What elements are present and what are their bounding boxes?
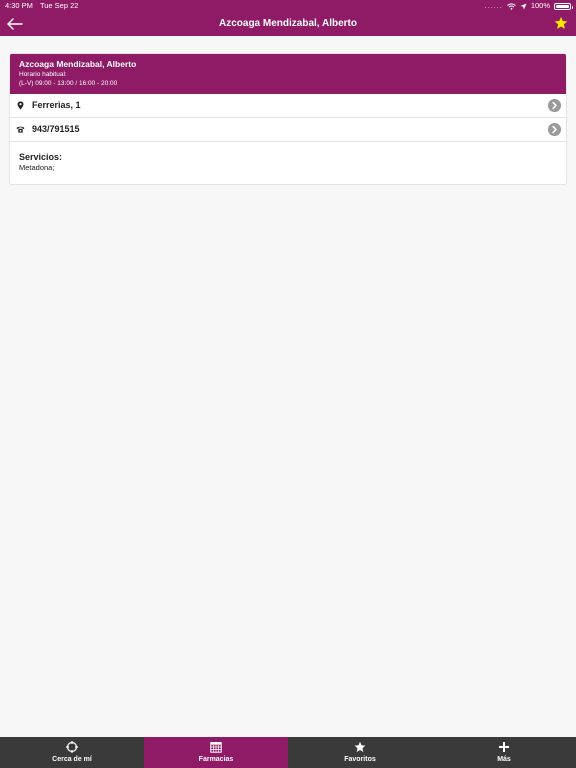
crosshair-icon	[66, 741, 78, 753]
status-left: 4:30 PM Tue Sep 22	[5, 0, 78, 12]
status-bar: 4:30 PM Tue Sep 22 ...... 100%	[0, 0, 576, 12]
battery-percent: 100%	[530, 1, 550, 10]
address-row[interactable]: Ferrerias, 1	[10, 94, 566, 118]
tab-favoritos[interactable]: Favoritos	[288, 737, 432, 768]
phone-icon	[16, 126, 25, 133]
tab-label: Más	[497, 756, 511, 763]
calendar-icon	[210, 742, 222, 753]
phone-row[interactable]: 943/791515	[10, 118, 566, 142]
plus-icon	[499, 742, 509, 752]
tab-cerca-de-mi[interactable]: Cerca de mí	[0, 737, 144, 768]
services-section: Servicios: Metadona;	[10, 142, 566, 183]
location-arrow-icon	[520, 3, 527, 9]
star-icon	[554, 16, 568, 29]
battery-icon	[554, 2, 573, 10]
tab-label: Farmacias	[198, 756, 234, 763]
hours-label: Horario habitual:	[19, 71, 67, 78]
address-text: Ferrerias, 1	[32, 100, 81, 110]
signal-indicator: ......	[484, 1, 503, 10]
page-title: Azcoaga Mendizabal, Alberto	[219, 18, 357, 29]
chevron-right-icon[interactable]	[548, 99, 561, 112]
star-icon	[354, 741, 366, 752]
pharmacy-header: Azcoaga Mendizabal, Alberto Horario habi…	[10, 54, 566, 94]
pharmacy-name: Azcoaga Mendizabal, Alberto	[19, 59, 137, 69]
wifi-icon	[506, 2, 516, 10]
phone-text: 943/791515	[32, 124, 80, 134]
navigation-bar: Azcoaga Mendizabal, Alberto	[0, 12, 576, 36]
hours-value: (L-V) 09:00 - 13:00 / 16:00 - 20:00	[19, 80, 118, 87]
services-value: Metadona;	[19, 163, 55, 172]
tab-mas[interactable]: Más	[432, 737, 576, 768]
pharmacy-card: Azcoaga Mendizabal, Alberto Horario habi…	[9, 53, 567, 185]
location-pin-icon	[17, 101, 24, 110]
tab-label: Favoritos	[344, 756, 376, 763]
tab-farmacias[interactable]: Farmacias	[144, 737, 288, 768]
status-date: Tue Sep 22	[39, 1, 79, 10]
tab-label: Cerca de mí	[52, 756, 92, 763]
favorite-button[interactable]	[554, 16, 568, 30]
status-time: 4:30 PM	[5, 1, 33, 10]
tab-bar: Cerca de mí Farmacias Favoritos Más	[0, 737, 576, 768]
chevron-right-icon[interactable]	[548, 123, 561, 136]
services-heading: Servicios:	[19, 152, 63, 162]
status-right: ...... 100%	[484, 0, 573, 12]
